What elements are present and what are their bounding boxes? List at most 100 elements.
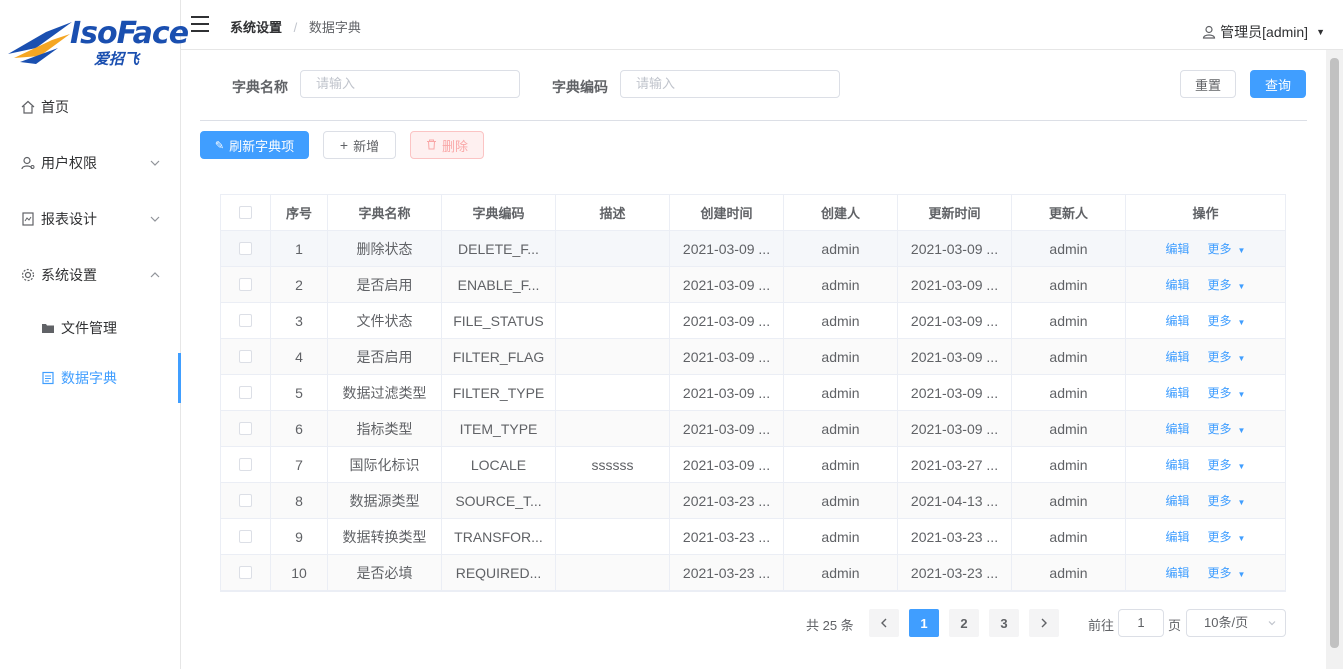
table-row[interactable]: 6 指标类型 ITEM_TYPE 2021-03-09 ... admin 2021-03… xyxy=(221,411,1285,447)
table-cell: 1 xyxy=(271,231,328,266)
table-cell: 2 xyxy=(271,267,328,302)
table-cell: 10 xyxy=(271,555,328,590)
user-menu[interactable]: 管理员[admin] ▼ xyxy=(1202,22,1325,42)
caret-down-icon: ▼ xyxy=(1237,318,1246,327)
page-size-select[interactable]: 10条/页 xyxy=(1186,609,1286,637)
table-cell: admin xyxy=(784,447,898,482)
table-cell: ENABLE_F... xyxy=(442,267,556,302)
delete-button[interactable]: 删除 xyxy=(410,131,484,159)
more-dropdown[interactable]: 更多 ▼ xyxy=(1208,528,1246,545)
gear-icon xyxy=(20,267,36,283)
refresh-dict-button[interactable]: ✎ 刷新字典项 xyxy=(200,131,309,159)
row-checkbox[interactable] xyxy=(239,314,252,327)
reset-button[interactable]: 重置 xyxy=(1180,70,1236,98)
sidebar-item-report-design[interactable]: 报表设计 xyxy=(0,191,181,247)
table-cell: admin xyxy=(1012,375,1126,410)
more-label: 更多 xyxy=(1207,350,1232,364)
table-cell: 数据转换类型 xyxy=(328,519,442,554)
table-row[interactable]: 8 数据源类型 SOURCE_T... 2021-03-23 ... admin 2021… xyxy=(221,483,1285,519)
operation-cell: 编辑 更多 ▼ xyxy=(1126,267,1285,302)
hamburger-menu-icon[interactable] xyxy=(191,16,209,32)
plus-icon: + xyxy=(339,137,349,153)
table-cell: 2021-03-09 ... xyxy=(670,231,784,266)
table-row[interactable]: 7 国际化标识 LOCALE ssssss 2021-03-09 ... admin 202… xyxy=(221,447,1285,483)
sidebar: IsoFace 爱招飞 首页 用户权限 报表设计 系统设置 文件管理 数据字典 xyxy=(0,0,189,669)
edit-link[interactable]: 编辑 xyxy=(1166,312,1190,329)
edit-link[interactable]: 编辑 xyxy=(1166,240,1190,257)
edit-link[interactable]: 编辑 xyxy=(1166,528,1190,545)
row-checkbox[interactable] xyxy=(239,278,252,291)
row-checkbox[interactable] xyxy=(239,422,252,435)
breadcrumb-item-system-settings[interactable]: 系统设置 xyxy=(230,20,282,35)
more-dropdown[interactable]: 更多 ▼ xyxy=(1208,420,1246,437)
operation-cell: 编辑 更多 ▼ xyxy=(1126,303,1285,338)
edit-link[interactable]: 编辑 xyxy=(1166,492,1190,509)
table-row[interactable]: 5 数据过滤类型 FILTER_TYPE 2021-03-09 ... admin 202… xyxy=(221,375,1285,411)
table-cell: 2021-03-23 ... xyxy=(670,483,784,518)
sidebar-item-home[interactable]: 首页 xyxy=(0,79,181,135)
vertical-scrollbar[interactable] xyxy=(1326,50,1343,669)
sidebar-item-user-permission[interactable]: 用户权限 xyxy=(0,135,181,191)
table-row[interactable]: 9 数据转换类型 TRANSFOR... 2021-03-23 ... admin 202… xyxy=(221,519,1285,555)
table-cell: SOURCE_T... xyxy=(442,483,556,518)
caret-down-icon: ▼ xyxy=(1237,354,1246,363)
select-all-checkbox[interactable] xyxy=(239,206,252,219)
row-checkbox[interactable] xyxy=(239,350,252,363)
table-cell: 文件状态 xyxy=(328,303,442,338)
page-button[interactable]: 3 xyxy=(989,609,1019,637)
table-cell xyxy=(556,339,670,374)
edit-link[interactable]: 编辑 xyxy=(1166,564,1190,581)
more-dropdown[interactable]: 更多 ▼ xyxy=(1208,492,1246,509)
dict-code-input[interactable]: 请输入 xyxy=(620,70,840,98)
page-button[interactable]: 1 xyxy=(909,609,939,637)
sidebar-item-label: 报表设计 xyxy=(41,211,97,227)
more-dropdown[interactable]: 更多 ▼ xyxy=(1208,384,1246,401)
edit-link[interactable]: 编辑 xyxy=(1166,384,1190,401)
table-cell: admin xyxy=(784,411,898,446)
table-cell: 5 xyxy=(271,375,328,410)
page-button[interactable]: 2 xyxy=(949,609,979,637)
row-checkbox[interactable] xyxy=(239,566,252,579)
table-cell: 2021-03-23 ... xyxy=(670,555,784,590)
table-row[interactable]: 10 是否必填 REQUIRED... 2021-03-23 ... admin 2021… xyxy=(221,555,1285,591)
next-page-button[interactable] xyxy=(1029,609,1059,637)
more-dropdown[interactable]: 更多 ▼ xyxy=(1208,312,1246,329)
edit-link[interactable]: 编辑 xyxy=(1166,348,1190,365)
dict-name-input[interactable]: 请输入 xyxy=(300,70,520,98)
edit-link[interactable]: 编辑 xyxy=(1166,276,1190,293)
caret-down-icon: ▼ xyxy=(1237,570,1246,579)
edit-link[interactable]: 编辑 xyxy=(1166,456,1190,473)
edit-link[interactable]: 编辑 xyxy=(1166,420,1190,437)
table-row[interactable]: 4 是否启用 FILTER_FLAG 2021-03-09 ... admin 2021-… xyxy=(221,339,1285,375)
row-checkbox[interactable] xyxy=(239,530,252,543)
operation-cell: 编辑 更多 ▼ xyxy=(1126,519,1285,554)
goto-page-input[interactable]: 1 xyxy=(1118,609,1164,637)
top-header: 系统设置 / 数据字典 管理员[admin] ▼ xyxy=(181,0,1343,50)
more-dropdown[interactable]: 更多 ▼ xyxy=(1208,348,1246,365)
table-cell: 是否必填 xyxy=(328,555,442,590)
row-checkbox[interactable] xyxy=(239,242,252,255)
row-checkbox[interactable] xyxy=(239,386,252,399)
add-button[interactable]: + 新增 xyxy=(323,131,396,159)
more-dropdown[interactable]: 更多 ▼ xyxy=(1208,276,1246,293)
table-cell xyxy=(556,483,670,518)
caret-down-icon: ▼ xyxy=(1237,246,1246,255)
more-dropdown[interactable]: 更多 ▼ xyxy=(1208,564,1246,581)
row-checkbox-cell xyxy=(221,339,271,374)
table-cell xyxy=(556,375,670,410)
sidebar-subitem-file-management[interactable]: 文件管理 xyxy=(0,303,181,353)
sidebar-item-system-settings[interactable]: 系统设置 xyxy=(0,247,181,303)
query-button[interactable]: 查询 xyxy=(1250,70,1306,98)
sidebar-item-label: 首页 xyxy=(41,99,69,115)
more-dropdown[interactable]: 更多 ▼ xyxy=(1208,456,1246,473)
table-row[interactable]: 1 删除状态 DELETE_F... 2021-03-09 ... admin 2021-… xyxy=(221,231,1285,267)
more-dropdown[interactable]: 更多 ▼ xyxy=(1208,240,1246,257)
prev-page-button[interactable] xyxy=(869,609,899,637)
row-checkbox[interactable] xyxy=(239,458,252,471)
table-row[interactable]: 2 是否启用 ENABLE_F... 2021-03-09 ... admin 2021-… xyxy=(221,267,1285,303)
divider xyxy=(200,120,1307,121)
table-row[interactable]: 3 文件状态 FILE_STATUS 2021-03-09 ... admin 2021-… xyxy=(221,303,1285,339)
sidebar-subitem-data-dictionary[interactable]: 数据字典 xyxy=(0,353,181,403)
row-checkbox[interactable] xyxy=(239,494,252,507)
scrollbar-thumb[interactable] xyxy=(1330,58,1339,648)
